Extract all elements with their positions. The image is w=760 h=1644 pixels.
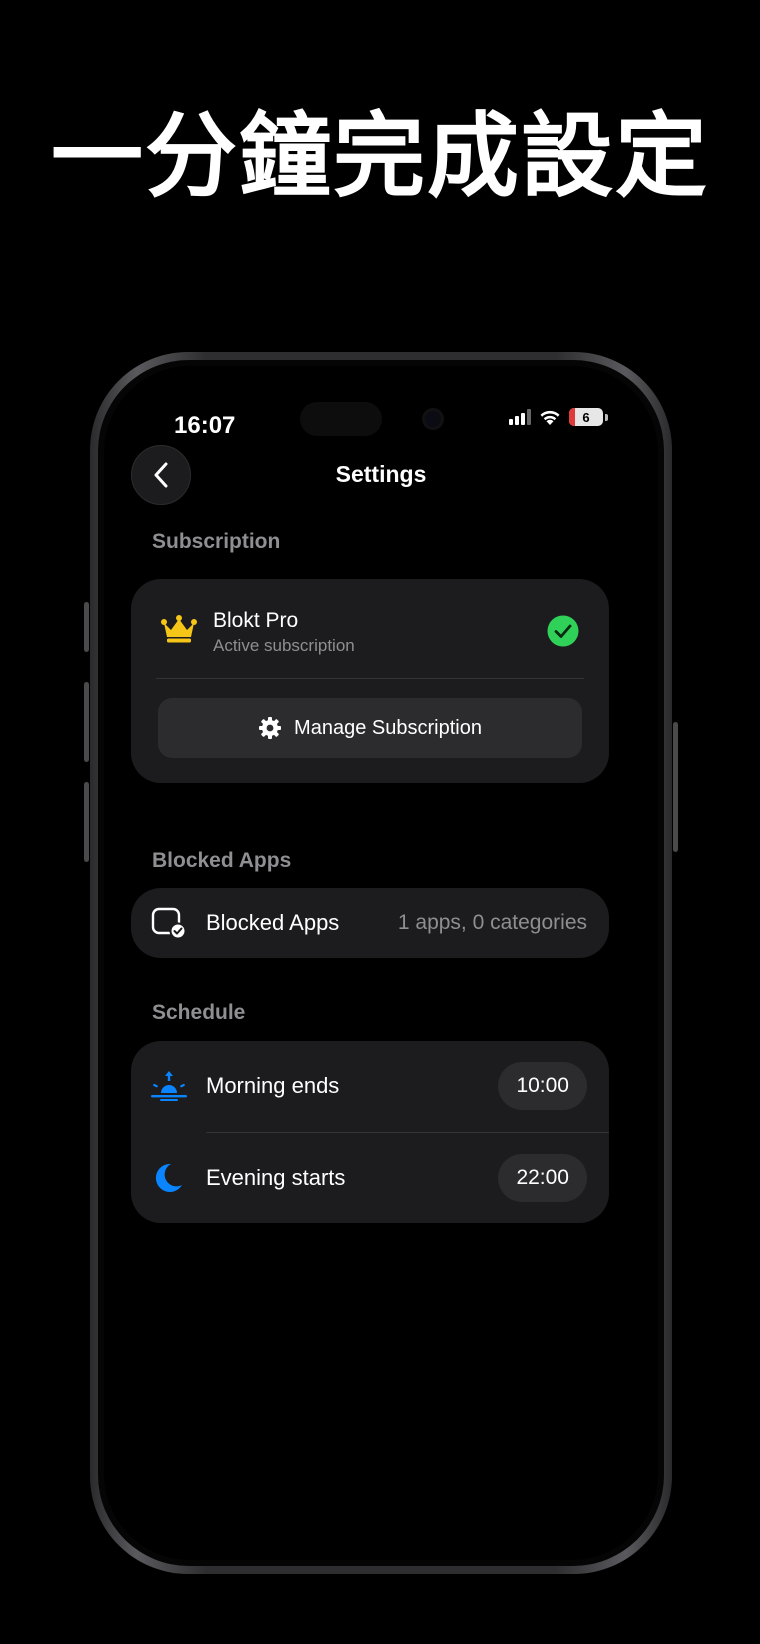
subscription-row: Blokt Pro Active subscription bbox=[161, 609, 579, 655]
schedule-item-label: Morning ends bbox=[206, 1073, 340, 1098]
action-button bbox=[84, 602, 89, 652]
power-button bbox=[673, 722, 678, 852]
blocked-apps-card[interactable]: Blocked Apps 1 apps, 0 categories bbox=[131, 888, 609, 958]
promo-page: 一分鐘完成設定 16:07 6 Settings Subscription Bl… bbox=[0, 0, 760, 1644]
subscription-card: Blokt Pro Active subscription Manage Sub… bbox=[131, 579, 609, 783]
manage-subscription-label: Manage Subscription bbox=[294, 716, 482, 739]
status-time: 16:07 bbox=[174, 412, 236, 439]
blocked-apps-row[interactable]: Blocked Apps 1 apps, 0 categories bbox=[131, 888, 609, 958]
moon-icon bbox=[151, 1161, 185, 1195]
phone-bezel: 16:07 6 Settings Subscription Blokt Pro … bbox=[98, 360, 664, 1566]
schedule-item-evening[interactable]: Evening starts 22:00 bbox=[131, 1143, 609, 1213]
blocked-apps-section-label: Blocked Apps bbox=[152, 849, 292, 872]
wifi-icon bbox=[540, 410, 560, 425]
checkmark-circle-icon bbox=[547, 615, 579, 647]
schedule-divider bbox=[206, 1132, 609, 1133]
plan-name: Blokt Pro bbox=[213, 609, 299, 632]
volume-down-button bbox=[84, 782, 89, 862]
subscription-section-label: Subscription bbox=[152, 530, 281, 553]
blocked-apps-label: Blocked Apps bbox=[206, 910, 340, 935]
subscription-divider bbox=[156, 678, 584, 679]
page-title: Settings bbox=[335, 461, 427, 487]
blocked-app-check-icon bbox=[151, 907, 187, 939]
morning-time-picker[interactable]: 10:00 bbox=[498, 1062, 587, 1110]
front-camera bbox=[422, 408, 444, 430]
promo-headline: 一分鐘完成設定 bbox=[50, 103, 709, 210]
dynamic-island bbox=[300, 402, 382, 436]
evening-time-picker[interactable]: 22:00 bbox=[498, 1154, 587, 1202]
status-icons: 6 bbox=[509, 408, 608, 426]
battery-indicator: 6 bbox=[569, 408, 603, 426]
blocked-apps-summary: 1 apps, 0 categories bbox=[397, 911, 587, 934]
schedule-item-label: Evening starts bbox=[206, 1165, 346, 1190]
plan-status: Active subscription bbox=[213, 636, 355, 655]
manage-subscription-button[interactable]: Manage Subscription bbox=[158, 698, 582, 758]
phone-screen: 16:07 6 Settings Subscription Blokt Pro … bbox=[104, 366, 658, 1560]
phone-frame: 16:07 6 Settings Subscription Blokt Pro … bbox=[84, 352, 678, 1574]
gear-icon bbox=[259, 717, 282, 739]
battery-nub bbox=[605, 413, 608, 421]
volume-up-button bbox=[84, 682, 89, 762]
schedule-item-morning[interactable]: Morning ends 10:00 bbox=[131, 1051, 609, 1121]
schedule-section-label: Schedule bbox=[152, 1001, 246, 1024]
sunrise-icon bbox=[151, 1071, 187, 1101]
schedule-card: Morning ends 10:00 Evening starts 22:00 bbox=[131, 1041, 609, 1223]
cellular-signal-icon bbox=[509, 409, 531, 425]
crown-icon bbox=[161, 615, 197, 643]
